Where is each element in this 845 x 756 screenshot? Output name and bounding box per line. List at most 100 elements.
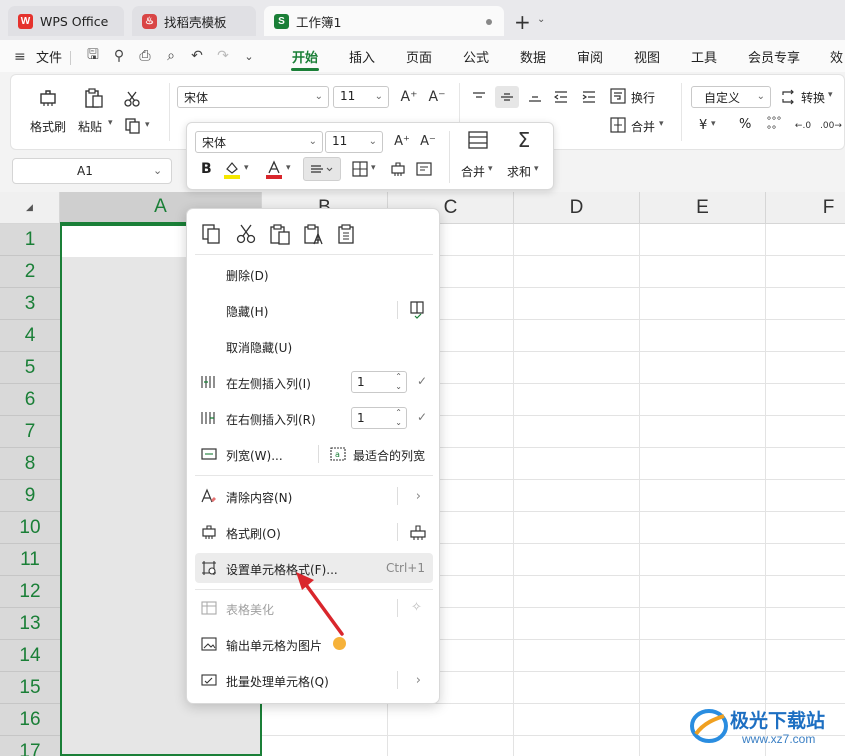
tab-find-templates[interactable]: ♨ 找稻壳模板 — [132, 6, 256, 36]
convert-chevron-icon[interactable]: ▾ — [828, 90, 833, 100]
insert-right-count-stepper[interactable]: 1 ⌃ ⌄ — [351, 407, 407, 429]
new-tab-plus-icon[interactable]: + — [514, 10, 531, 34]
convert-label[interactable]: 转换 — [801, 89, 825, 106]
mini-font-size-select[interactable]: 11 ⌄ — [325, 131, 383, 153]
row-header-15[interactable]: 15 — [0, 672, 60, 704]
row-header-7[interactable]: 7 — [0, 416, 60, 448]
row-header-9[interactable]: 9 — [0, 480, 60, 512]
row-header-3[interactable]: 3 — [0, 288, 60, 320]
share-icon[interactable]: ⚲ — [110, 47, 128, 65]
best-fit-width-label[interactable]: 最适合的列宽 — [353, 447, 425, 464]
mini-sum-icon[interactable]: Σ — [513, 128, 535, 152]
cut-icon[interactable] — [235, 223, 257, 245]
mini-sum-chevron-icon[interactable]: ▾ — [534, 164, 539, 174]
increase-font-icon[interactable]: A⁺ — [399, 87, 419, 107]
increase-indent-icon[interactable] — [579, 88, 599, 106]
row-header-4[interactable]: 4 — [0, 320, 60, 352]
mini-fill-chevron-icon[interactable]: ▾ — [244, 163, 249, 173]
menu-item-delete[interactable]: 删除(D) — [195, 259, 433, 289]
tab-wps-office[interactable]: W WPS Office — [8, 6, 124, 36]
menu-home[interactable]: 开始 — [292, 47, 318, 66]
wrap-text-label[interactable]: 换行 — [631, 89, 655, 106]
menu-formula[interactable]: 公式 — [463, 47, 489, 66]
merge-chevron-icon[interactable]: ▾ — [659, 119, 664, 129]
mini-merge-icon[interactable] — [467, 129, 489, 151]
menu-item-column-width[interactable]: 列宽(W)... a 最适合的列宽 — [195, 439, 433, 469]
print-icon[interactable]: ⎙ — [136, 47, 154, 65]
mini-increase-font-icon[interactable]: A⁺ — [393, 131, 411, 151]
name-box[interactable]: A1 ⌄ — [12, 158, 172, 184]
wrap-text-icon[interactable] — [609, 87, 627, 105]
copy-icon[interactable] — [201, 223, 223, 245]
column-header-e[interactable]: E — [640, 192, 766, 224]
currency-chevron-icon[interactable]: ▾ — [711, 119, 716, 129]
align-bottom-icon[interactable] — [525, 88, 545, 106]
mini-align-button[interactable] — [303, 157, 341, 181]
number-format-select[interactable]: 自定义 ⌄ — [691, 86, 771, 108]
tab-list-chevron-icon[interactable]: ⌄ — [537, 14, 545, 25]
menu-item-format-painter[interactable]: 格式刷(O) — [195, 517, 433, 547]
mini-decrease-font-icon[interactable]: A⁻ — [419, 131, 437, 151]
mini-font-color-chevron-icon[interactable]: ▾ — [286, 163, 291, 173]
row-header-2[interactable]: 2 — [0, 256, 60, 288]
menu-item-clear-contents[interactable]: 清除内容(N) › — [195, 481, 433, 511]
row-header-5[interactable]: 5 — [0, 352, 60, 384]
mini-font-name-select[interactable]: 宋体 ⌄ — [195, 131, 323, 153]
align-middle-icon[interactable] — [495, 86, 519, 108]
column-header-d[interactable]: D — [514, 192, 640, 224]
menu-file[interactable]: 文件 — [36, 47, 62, 66]
font-size-select[interactable]: 11 ⌄ — [333, 86, 389, 108]
mini-borders-chevron-icon[interactable]: ▾ — [371, 163, 376, 173]
menu-item-hide[interactable]: 隐藏(H) — [195, 295, 433, 325]
mini-merge-label[interactable]: 合并 — [461, 163, 485, 180]
row-header-8[interactable]: 8 — [0, 448, 60, 480]
menu-item-unhide[interactable]: 取消隐藏(U) — [195, 331, 433, 361]
menu-item-insert-left[interactable]: 在左侧插入列(I) 1 ⌃ ⌄ ✓ — [195, 367, 433, 397]
copy-icon[interactable] — [123, 117, 143, 135]
mini-clear-format-icon[interactable] — [415, 159, 433, 179]
column-header-f[interactable]: F — [766, 192, 845, 224]
convert-icon[interactable] — [779, 88, 797, 106]
redo-icon[interactable]: ↷ — [214, 47, 232, 65]
save-icon[interactable]: 🖫 — [84, 47, 102, 65]
mini-font-color-icon[interactable] — [265, 159, 283, 181]
increase-decimal-icon[interactable]: ←.0 — [791, 116, 815, 136]
decrease-decimal-icon[interactable]: .00→ — [819, 116, 843, 136]
mini-format-painter-icon[interactable] — [389, 159, 407, 179]
menu-effects[interactable]: 效 — [830, 47, 843, 66]
menu-insert[interactable]: 插入 — [349, 47, 375, 66]
copy-chevron-icon[interactable]: ▾ — [145, 120, 150, 130]
confirm-check-icon[interactable]: ✓ — [417, 374, 427, 388]
merge-cells-icon[interactable] — [609, 116, 627, 134]
row-header-16[interactable]: 16 — [0, 704, 60, 736]
font-name-select[interactable]: 宋体 ⌄ — [177, 86, 329, 108]
row-header-14[interactable]: 14 — [0, 640, 60, 672]
currency-button[interactable]: ¥ — [699, 118, 707, 133]
thousands-separator-icon[interactable]: °°° °° — [763, 116, 785, 136]
row-header-1[interactable]: 1 — [0, 224, 60, 256]
mini-bold-button[interactable]: B — [201, 161, 212, 177]
row-header-13[interactable]: 13 — [0, 608, 60, 640]
row-header-6[interactable]: 6 — [0, 384, 60, 416]
decrease-font-icon[interactable]: A⁻ — [427, 87, 447, 107]
paste-special-icon[interactable] — [337, 223, 359, 245]
mini-merge-chevron-icon[interactable]: ▾ — [488, 164, 493, 174]
format-painter-icon[interactable] — [37, 87, 59, 109]
menu-view[interactable]: 视图 — [634, 47, 660, 66]
menu-page[interactable]: 页面 — [406, 47, 432, 66]
row-header-12[interactable]: 12 — [0, 576, 60, 608]
confirm-check-icon[interactable]: ✓ — [417, 410, 427, 424]
cut-icon[interactable] — [121, 89, 143, 109]
hamburger-icon[interactable]: ≡ — [14, 49, 26, 65]
select-all-corner[interactable]: ◢ — [0, 192, 60, 224]
tab-workbook1[interactable]: S 工作簿1 — [264, 6, 504, 36]
menu-item-batch-process[interactable]: 批量处理单元格(Q) › — [195, 665, 433, 695]
paste-icon[interactable] — [83, 87, 105, 109]
paste-label[interactable]: 粘贴 — [78, 118, 102, 135]
menu-item-insert-right[interactable]: 在右侧插入列(R) 1 ⌃ ⌄ ✓ — [195, 403, 433, 433]
align-top-icon[interactable] — [469, 88, 489, 106]
row-header-11[interactable]: 11 — [0, 544, 60, 576]
paste-chevron-icon[interactable]: ▾ — [108, 118, 113, 128]
mini-borders-icon[interactable] — [351, 159, 369, 179]
stepper-arrows-icon[interactable]: ⌃ ⌄ — [395, 408, 402, 428]
